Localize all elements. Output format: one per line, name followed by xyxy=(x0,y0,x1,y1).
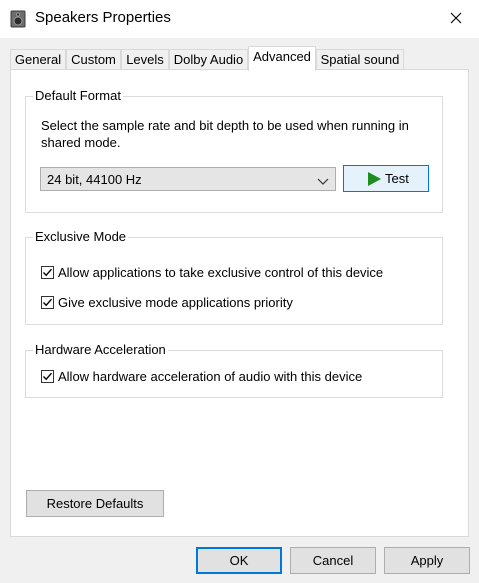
checkbox-label: Allow applications to take exclusive con… xyxy=(58,264,384,280)
default-format-group: Default Format Select the sample rate an… xyxy=(25,88,443,213)
test-label: Test xyxy=(385,171,409,186)
advanced-panel: Default Format Select the sample rate an… xyxy=(10,69,469,537)
tab-dolby-audio[interactable]: Dolby Audio xyxy=(169,49,248,69)
tab-custom[interactable]: Custom xyxy=(66,49,121,69)
tab-label: Advanced xyxy=(253,49,311,64)
tab-advanced[interactable]: Advanced xyxy=(248,46,316,71)
title-bar: Speakers Properties xyxy=(0,0,479,38)
exclusive-priority-checkbox[interactable] xyxy=(41,295,54,309)
format-description: Select the sample rate and bit depth to … xyxy=(41,118,409,150)
exclusive-control-option[interactable]: Allow applications to take exclusive con… xyxy=(41,263,383,281)
speaker-icon xyxy=(10,10,26,28)
group-label: Hardware Acceleration xyxy=(33,342,168,357)
checkbox-label: Allow hardware acceleration of audio wit… xyxy=(58,368,363,384)
close-button[interactable] xyxy=(433,0,479,38)
checkbox-label: Give exclusive mode applications priorit… xyxy=(58,294,293,310)
apply-button[interactable]: Apply xyxy=(384,547,470,574)
exclusive-priority-option[interactable]: Give exclusive mode applications priorit… xyxy=(41,293,293,311)
group-label: Default Format xyxy=(33,88,123,103)
selected-format: 24 bit, 44100 Hz xyxy=(47,172,142,187)
close-icon xyxy=(450,12,462,27)
hardware-acceleration-option[interactable]: Allow hardware acceleration of audio wit… xyxy=(41,367,362,385)
tab-label: Custom xyxy=(71,52,116,67)
chevron-down-icon xyxy=(317,174,329,185)
tab-general[interactable]: General xyxy=(10,49,66,69)
test-button[interactable]: Test xyxy=(343,165,429,192)
window-title: Speakers Properties xyxy=(35,9,171,26)
exclusive-control-checkbox[interactable] xyxy=(41,265,54,279)
tab-label: Levels xyxy=(126,52,164,67)
exclusive-mode-group: Exclusive Mode Allow applications to tak… xyxy=(25,229,443,325)
cancel-button[interactable]: Cancel xyxy=(290,547,376,574)
play-icon xyxy=(367,172,381,186)
hardware-acceleration-group: Hardware Acceleration Allow hardware acc… xyxy=(25,342,443,398)
ok-button[interactable]: OK xyxy=(196,547,282,574)
tab-spatial-sound[interactable]: Spatial sound xyxy=(316,49,404,69)
format-select[interactable]: 24 bit, 44100 Hz xyxy=(40,167,336,191)
tab-label: Dolby Audio xyxy=(173,52,244,67)
tab-levels[interactable]: Levels xyxy=(121,49,169,69)
tab-label: Spatial sound xyxy=(320,52,400,67)
hardware-acceleration-checkbox[interactable] xyxy=(41,369,54,383)
tab-label: General xyxy=(14,52,62,67)
group-label: Exclusive Mode xyxy=(33,229,129,244)
restore-defaults-button[interactable]: Restore Defaults xyxy=(26,490,164,517)
